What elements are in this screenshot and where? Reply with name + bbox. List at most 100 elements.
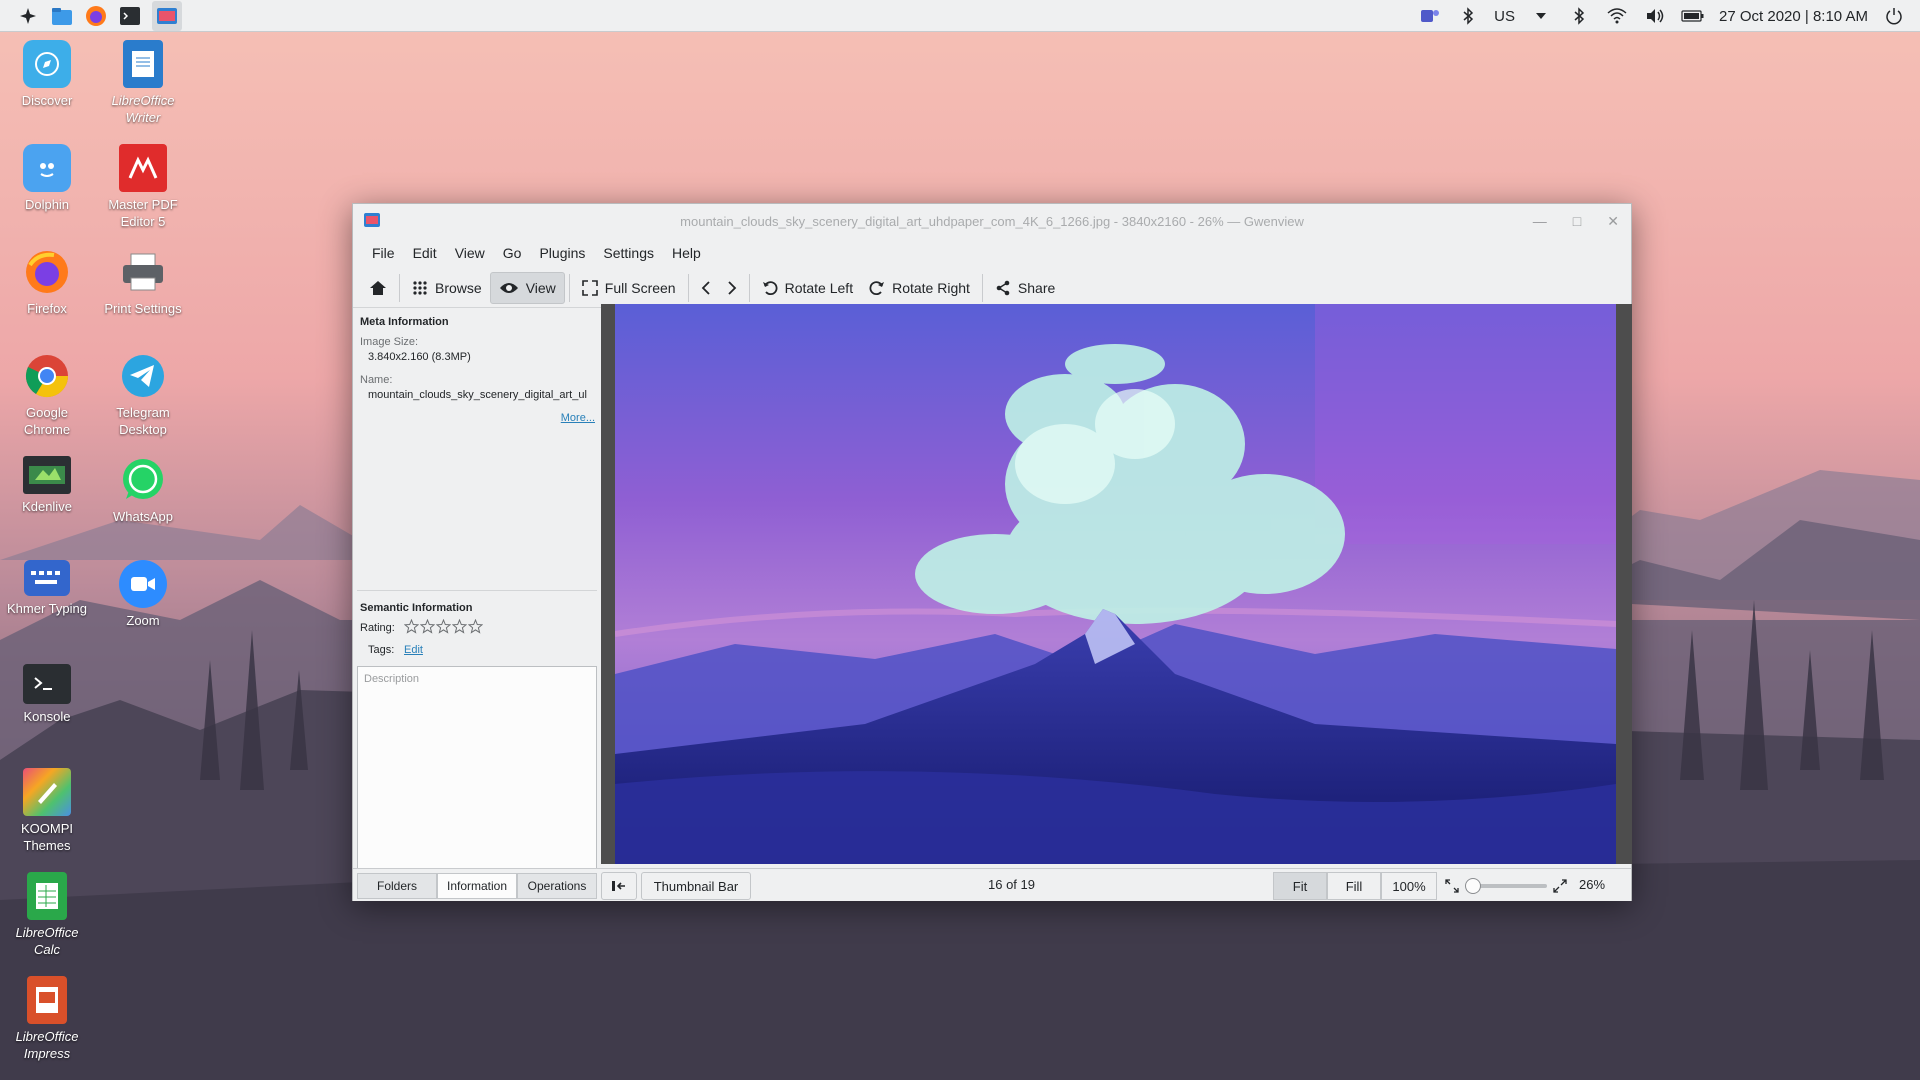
zoom-slider[interactable] (1465, 878, 1547, 894)
zoom-out-icon[interactable] (1445, 879, 1459, 896)
menu-help[interactable]: Help (663, 245, 710, 261)
description-placeholder: Description (364, 673, 420, 685)
window-titlebar[interactable]: mountain_clouds_sky_scenery_digital_art_… (353, 204, 1631, 238)
clock[interactable]: 27 Oct 2020 | 8:10 AM (1719, 8, 1868, 25)
bluetooth-status-icon[interactable] (1567, 4, 1591, 28)
displayed-image (615, 304, 1616, 864)
keyboard-layout[interactable]: US (1494, 8, 1515, 25)
menu-file[interactable]: File (363, 245, 404, 261)
share-icon (996, 280, 1010, 295)
rotate-right-icon (869, 280, 885, 295)
grid-icon (413, 280, 427, 295)
zoom-slider-handle[interactable] (1465, 878, 1481, 894)
full-screen-button[interactable]: Full Screen (574, 272, 684, 304)
star-icon[interactable] (468, 619, 483, 634)
meta-information-title: Meta Information (360, 316, 449, 328)
minimize-icon[interactable]: — (1533, 213, 1547, 229)
zoom-100-label: 100% (1392, 878, 1426, 894)
close-icon[interactable]: ✕ (1607, 213, 1619, 230)
star-icon[interactable] (404, 619, 419, 634)
printer-icon (119, 248, 167, 296)
desktop-icon-koompi-themes[interactable]: KOOMPI Themes (2, 768, 92, 854)
toolbar-separator (981, 273, 983, 302)
zoom-in-icon[interactable] (1553, 879, 1567, 896)
fill-button[interactable]: Fill (1327, 872, 1381, 900)
pdf-icon (119, 144, 167, 192)
system-tray: US 27 Oct 2020 | 8:10 AM (1418, 0, 1906, 32)
fit-button[interactable]: Fit (1273, 872, 1327, 900)
rotate-right-button[interactable]: Rotate Right (861, 272, 978, 304)
zoom-level[interactable]: 26% (1579, 877, 1605, 892)
home-button[interactable] (361, 272, 395, 304)
dolphin-icon[interactable] (50, 4, 74, 28)
desktop-icon-discover[interactable]: Discover (2, 40, 92, 109)
desktop-icon-label: Zoom (126, 613, 160, 628)
view-button[interactable]: View (489, 271, 565, 304)
desktop-icon-libreoffice-calc[interactable]: LibreOffice Calc (2, 872, 92, 958)
wifi-icon[interactable] (1605, 4, 1629, 28)
share-button[interactable]: Share (987, 272, 1063, 304)
application-launcher-icon[interactable] (16, 4, 40, 28)
menu-settings[interactable]: Settings (594, 245, 663, 261)
image-size-label: Image Size: (360, 336, 419, 348)
rating-stars[interactable] (404, 619, 483, 634)
name-value: mountain_clouds_sky_scenery_digital_art_… (368, 389, 587, 401)
menu-edit[interactable]: Edit (404, 245, 446, 261)
firefox-icon[interactable] (84, 4, 108, 28)
chevron-down-icon[interactable] (1529, 4, 1553, 28)
next-button[interactable] (719, 272, 745, 304)
desktop-icon-print-settings[interactable]: Print Settings (98, 248, 188, 317)
description-field[interactable]: Description (357, 666, 597, 870)
previous-button[interactable] (693, 272, 719, 304)
desktop-icon-telegram[interactable]: Telegram Desktop (98, 352, 188, 438)
zoom-icon (119, 560, 167, 608)
sidebar-toggle-icon (612, 881, 625, 891)
chevron-left-icon (701, 280, 710, 295)
gwenview-icon[interactable] (152, 0, 182, 31)
desktop-icon-label: LibreOffice Writer (111, 93, 175, 125)
desktop-icon-dolphin[interactable]: Dolphin (2, 144, 92, 213)
zoom-100-button[interactable]: 100% (1381, 872, 1437, 900)
star-icon[interactable] (420, 619, 435, 634)
telegram-icon (119, 352, 167, 400)
bluetooth-icon[interactable] (1456, 4, 1480, 28)
desktop-icon-master-pdf[interactable]: Master PDF Editor 5 (98, 144, 188, 230)
desktop-icon-libreoffice-impress[interactable]: LibreOffice Impress (2, 976, 92, 1062)
tab-information[interactable]: Information (437, 873, 517, 899)
browse-button[interactable]: Browse (404, 272, 490, 304)
power-icon[interactable] (1882, 4, 1906, 28)
desktop-icon-kdenlive[interactable]: Kdenlive (2, 456, 92, 515)
desktop-icon-zoom[interactable]: Zoom (98, 560, 188, 629)
rotate-left-button[interactable]: Rotate Left (754, 272, 862, 304)
desktop-icon-konsole[interactable]: Konsole (2, 664, 92, 725)
desktop-icon-libreoffice-writer[interactable]: LibreOffice Writer (98, 40, 188, 126)
gwenview-icon (363, 212, 381, 231)
desktop-icon-label: Kdenlive (22, 499, 72, 514)
image-viewer[interactable] (601, 304, 1632, 864)
desktop-icon-google-chrome[interactable]: Google Chrome (2, 352, 92, 438)
more-link[interactable]: More... (561, 412, 595, 424)
desktop-icon-whatsapp[interactable]: WhatsApp (98, 456, 188, 525)
teams-icon[interactable] (1418, 4, 1442, 28)
star-icon[interactable] (452, 619, 467, 634)
tags-edit-link[interactable]: Edit (404, 644, 423, 656)
fit-label: Fit (1292, 878, 1308, 894)
volume-icon[interactable] (1643, 4, 1667, 28)
menu-go[interactable]: Go (494, 245, 531, 261)
thumbnail-bar-button[interactable]: Thumbnail Bar (641, 872, 751, 900)
toggle-sidebar-button[interactable] (601, 872, 637, 900)
menu-view[interactable]: View (446, 245, 494, 261)
full-screen-label: Full Screen (604, 279, 676, 296)
terminal-icon[interactable] (118, 4, 142, 28)
star-icon[interactable] (436, 619, 451, 634)
tab-folders[interactable]: Folders (357, 873, 437, 899)
desktop-icon-firefox[interactable]: Firefox (2, 248, 92, 317)
menu-plugins[interactable]: Plugins (530, 245, 594, 261)
tab-operations[interactable]: Operations (517, 873, 597, 899)
maximize-icon[interactable]: □ (1573, 213, 1581, 229)
battery-icon[interactable] (1681, 4, 1705, 28)
desktop-icon-khmer-typing[interactable]: Khmer Typing (2, 560, 92, 617)
desktop-icon-label: WhatsApp (113, 509, 173, 524)
tags-label: Tags: (368, 644, 395, 656)
toolbar-separator (748, 273, 750, 302)
